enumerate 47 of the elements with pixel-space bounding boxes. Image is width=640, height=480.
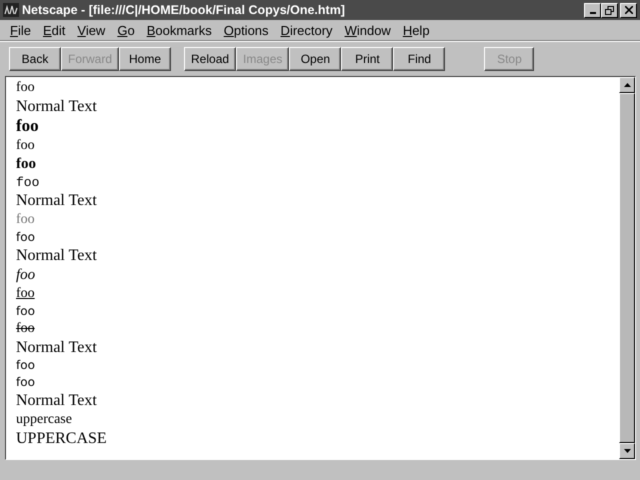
text-line: foo (16, 211, 36, 229)
text-line: foo (16, 137, 36, 155)
up-arrow-icon (624, 83, 630, 87)
restore-icon (605, 6, 614, 14)
down-arrow-icon (624, 449, 630, 453)
menu-item[interactable]: Window (338, 22, 397, 38)
text-line: uppercase (16, 411, 73, 429)
text-line: foo (16, 229, 36, 246)
close-button[interactable] (620, 2, 637, 18)
window-title: Netscape - [file:///C|/HOME/book/Final Copys/One.htm] (22, 3, 345, 17)
menu-item[interactable]: Directory (274, 22, 339, 38)
menu-item[interactable]: Bookmarks (140, 22, 218, 38)
toolbar-button[interactable]: Find (393, 47, 446, 71)
text-line: foo (16, 79, 36, 97)
text-line: Normal Text (16, 97, 98, 116)
text-line: foo (16, 285, 36, 303)
toolbar-button[interactable]: Open (289, 47, 342, 71)
text-line: Normal Text (16, 246, 98, 265)
text-line: foo (16, 357, 36, 374)
toolbar-button[interactable]: Home (119, 47, 172, 71)
scroll-down-button[interactable] (619, 443, 635, 459)
menu-item[interactable]: File (4, 22, 37, 38)
text-line: UPPERCASE (16, 429, 108, 448)
text-line: Normal Text (16, 391, 98, 410)
minimize-button[interactable] (584, 2, 601, 18)
menu-item[interactable]: Edit (36, 22, 72, 38)
text-line: foo (16, 155, 37, 174)
text-line: Normal Text (16, 191, 98, 210)
restore-button[interactable] (601, 2, 618, 18)
menu-item[interactable]: Go (111, 22, 141, 38)
text-line: foo (16, 266, 36, 285)
scroll-up-button[interactable] (619, 77, 635, 93)
text-line: foo (16, 320, 36, 338)
text-line: foo (16, 303, 36, 320)
text-line: foo (16, 174, 40, 191)
menu-item[interactable]: Help (396, 22, 436, 38)
toolbar-button[interactable]: Print (341, 47, 394, 71)
text-line: foo (16, 374, 36, 391)
text-line: Normal Text (16, 338, 98, 357)
close-icon (624, 6, 632, 14)
app-icon (3, 3, 19, 17)
toolbar-button[interactable]: Reload (184, 47, 236, 71)
vertical-scrollbar[interactable] (619, 77, 635, 459)
menu-item[interactable]: View (71, 22, 112, 38)
menu-item[interactable]: Options (218, 22, 275, 38)
toolbar-button[interactable]: Back (9, 47, 61, 71)
text-line: foo (16, 116, 40, 136)
